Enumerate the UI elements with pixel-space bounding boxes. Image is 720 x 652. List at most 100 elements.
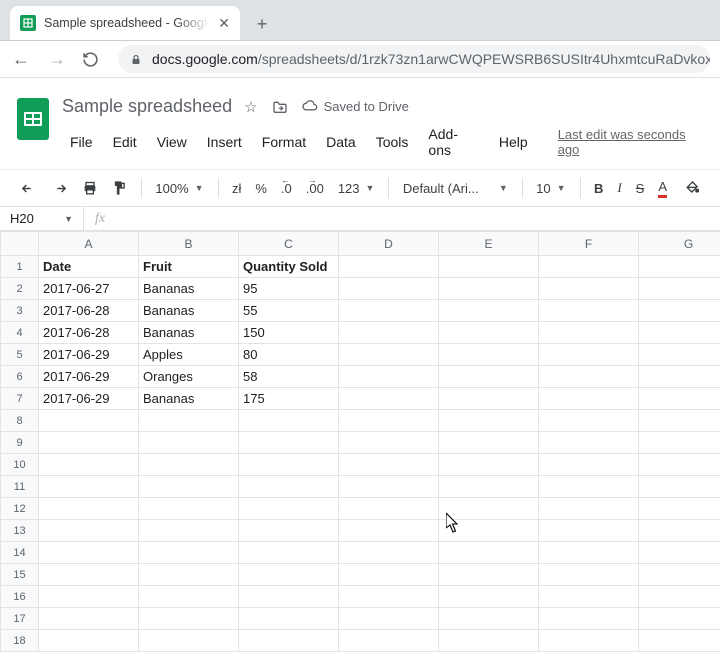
row-header[interactable]: 17 [1,608,39,630]
cell[interactable] [39,498,139,520]
cell[interactable] [439,278,539,300]
reload-button[interactable] [82,51,104,68]
font-size-dropdown[interactable]: 10▼ [530,177,571,200]
row-header[interactable]: 5 [1,344,39,366]
cell[interactable] [439,322,539,344]
last-edit-link[interactable]: Last edit was seconds ago [558,127,706,157]
cell[interactable] [439,542,539,564]
cell[interactable] [539,586,639,608]
cell[interactable] [339,564,439,586]
cell[interactable] [39,454,139,476]
cell[interactable] [439,520,539,542]
cell[interactable] [339,388,439,410]
cell[interactable] [239,410,339,432]
forward-button[interactable]: → [46,49,68,70]
cell[interactable] [239,432,339,454]
cell[interactable] [539,366,639,388]
cell[interactable] [139,564,239,586]
cell[interactable] [39,564,139,586]
menu-file[interactable]: File [62,131,101,153]
cell[interactable]: 2017-06-28 [39,300,139,322]
cell[interactable]: Date [39,256,139,278]
format-percent-button[interactable]: % [249,177,273,200]
cell[interactable]: 150 [239,322,339,344]
cell[interactable] [639,344,720,366]
cell[interactable] [639,520,720,542]
cell[interactable] [439,366,539,388]
name-box[interactable]: H20▼ [0,207,84,230]
bold-button[interactable]: B [588,177,609,200]
cell[interactable]: 2017-06-29 [39,344,139,366]
cell[interactable] [239,454,339,476]
cell[interactable] [439,432,539,454]
cell[interactable] [239,586,339,608]
sheets-logo[interactable] [14,96,52,146]
cell[interactable] [339,520,439,542]
cell[interactable] [539,410,639,432]
cell[interactable] [439,344,539,366]
fill-color-button[interactable] [679,176,706,200]
cell[interactable]: 55 [239,300,339,322]
menu-help[interactable]: Help [491,131,536,153]
cell[interactable] [539,630,639,652]
cell[interactable]: 58 [239,366,339,388]
cell[interactable] [639,300,720,322]
cell[interactable] [639,432,720,454]
cell[interactable] [539,608,639,630]
cell[interactable] [139,432,239,454]
cell[interactable] [139,542,239,564]
cell[interactable] [539,278,639,300]
cell[interactable] [639,410,720,432]
row-header[interactable]: 12 [1,498,39,520]
col-header-D[interactable]: D [339,232,439,256]
row-header[interactable]: 8 [1,410,39,432]
cell[interactable] [539,432,639,454]
increase-decimal-button[interactable]: →.00 [300,177,330,200]
cell[interactable]: 2017-06-29 [39,388,139,410]
cell[interactable] [439,564,539,586]
cell[interactable]: 2017-06-28 [39,322,139,344]
font-family-dropdown[interactable]: Default (Ari...▼ [397,177,514,200]
strikethrough-button[interactable]: S [630,177,651,200]
cell[interactable] [439,388,539,410]
cell[interactable]: Bananas [139,388,239,410]
col-header-F[interactable]: F [539,232,639,256]
cell[interactable] [339,432,439,454]
cell[interactable] [239,476,339,498]
move-icon[interactable] [272,100,288,114]
cell[interactable] [439,256,539,278]
row-header[interactable]: 15 [1,564,39,586]
cell[interactable] [439,498,539,520]
cell[interactable] [239,564,339,586]
menu-tools[interactable]: Tools [368,131,417,153]
menu-insert[interactable]: Insert [199,131,250,153]
cell[interactable]: Bananas [139,322,239,344]
cell[interactable] [439,476,539,498]
cell[interactable] [339,586,439,608]
cell[interactable]: 2017-06-27 [39,278,139,300]
menu-view[interactable]: View [149,131,195,153]
cell[interactable]: 175 [239,388,339,410]
cell[interactable] [539,300,639,322]
menu-edit[interactable]: Edit [105,131,145,153]
cell[interactable] [39,432,139,454]
cell[interactable] [39,520,139,542]
cell[interactable] [639,564,720,586]
undo-button[interactable] [14,178,43,199]
menu-format[interactable]: Format [254,131,314,153]
cell[interactable] [639,542,720,564]
cell[interactable] [339,542,439,564]
row-header[interactable]: 11 [1,476,39,498]
cell[interactable] [539,344,639,366]
cell[interactable] [439,586,539,608]
cell[interactable] [239,608,339,630]
row-header[interactable]: 2 [1,278,39,300]
cell[interactable] [639,608,720,630]
cell[interactable] [439,608,539,630]
cell[interactable]: Bananas [139,278,239,300]
cell[interactable] [539,256,639,278]
row-header[interactable]: 1 [1,256,39,278]
doc-title[interactable]: Sample spreadsheed [62,96,232,117]
zoom-dropdown[interactable]: 100%▼ [149,177,209,200]
cell[interactable] [339,344,439,366]
